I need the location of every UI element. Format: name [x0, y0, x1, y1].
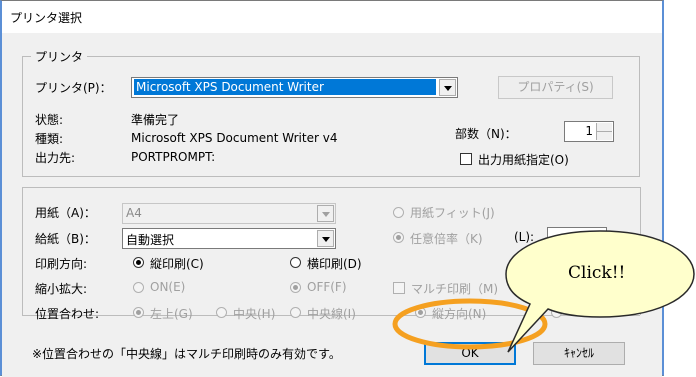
- chevron-down-icon[interactable]: [317, 205, 334, 222]
- align-center-line-radio[interactable]: [290, 307, 301, 318]
- properties-button[interactable]: プロパティ(S): [498, 76, 613, 99]
- horizontal-radio[interactable]: [551, 307, 562, 318]
- align-top-left-radio[interactable]: [133, 307, 144, 318]
- multi-print-checkbox[interactable]: [393, 282, 405, 294]
- output-paper-label: 出力用紙指定(O): [478, 153, 569, 167]
- paper-group-right-border: [640, 187, 641, 315]
- paper-group-left-border: [22, 187, 23, 315]
- fit-paper-label: 用紙フィット(J): [410, 206, 495, 220]
- portrait-label: 縦印刷(C): [150, 257, 204, 271]
- callout-text: Click!!: [568, 263, 626, 283]
- align-label: 位置合わせ:: [35, 307, 100, 321]
- any-ratio-radio[interactable]: [393, 232, 404, 243]
- copies-spinner[interactable]: 1: [564, 121, 614, 142]
- align-center-line-label: 中央線(I): [307, 307, 356, 321]
- ok-button[interactable]: OK: [424, 342, 516, 365]
- scale-off-radio[interactable]: [290, 282, 301, 293]
- copies-label: 部数（N)：: [455, 127, 517, 141]
- copies-value: 1: [585, 124, 593, 138]
- orientation-label: 印刷方向:: [35, 257, 88, 271]
- chevron-down-icon[interactable]: [439, 79, 456, 96]
- align-center-label: 中央(H): [233, 307, 276, 321]
- vertical-radio[interactable]: [415, 307, 426, 318]
- vertical-label: 縦方向(N): [432, 307, 487, 321]
- type-value: Microsoft XPS Document Writer v4: [131, 131, 338, 145]
- printer-group-legend: プリンタ: [31, 48, 88, 65]
- cancel-button[interactable]: ｷｬﾝｾﾙ: [533, 342, 625, 365]
- type-label: 種類:: [35, 132, 64, 146]
- paper-label: 用紙（A)：: [35, 206, 96, 220]
- paper-select-value: A4: [126, 206, 142, 220]
- spin-updown-icon[interactable]: [596, 123, 612, 140]
- feed-label: 給紙（B)：: [35, 232, 96, 246]
- printer-select-dialog: プリンタ選択 プリンタ プリンタ(P)： Microsoft XPS Docum…: [0, 0, 664, 377]
- feed-select-value: 自動選択: [126, 233, 175, 247]
- align-center-radio[interactable]: [216, 307, 227, 318]
- status-value: 準備完了: [131, 113, 180, 127]
- output-label: 出力先:: [35, 151, 76, 165]
- paper-select[interactable]: A4: [122, 203, 336, 224]
- scale-on-radio[interactable]: [133, 282, 144, 293]
- align-top-left-label: 左上(G): [150, 307, 193, 321]
- any-ratio-label: 任意倍率（K): [410, 232, 483, 246]
- ratio-spinner[interactable]: [547, 227, 607, 248]
- feed-select[interactable]: 自動選択: [122, 228, 336, 249]
- output-paper-checkbox[interactable]: [460, 153, 472, 165]
- scale-off-label: OFF(F): [307, 280, 347, 294]
- dialog-client-area: プリンタ プリンタ(P)： Microsoft XPS Document Wri…: [2, 33, 662, 377]
- chevron-down-icon[interactable]: [317, 230, 334, 247]
- scale-on-label: ON(E): [150, 280, 186, 294]
- scale-label: 縮小拡大:: [35, 282, 88, 296]
- portrait-radio[interactable]: [133, 257, 144, 268]
- printer-label: プリンタ(P)：: [35, 81, 112, 95]
- landscape-label: 横印刷(D): [307, 257, 362, 271]
- title-bar: プリンタ選択: [2, 1, 662, 33]
- status-label: 状態:: [35, 113, 64, 127]
- ratio-label: (L):: [514, 230, 535, 244]
- printer-select[interactable]: Microsoft XPS Document Writer: [131, 77, 458, 98]
- output-value: PORTPROMPT:: [131, 150, 216, 164]
- note-text: ※位置合わせの「中央線」はマルチ印刷時のみ有効です。: [32, 347, 341, 361]
- multi-print-label: マルチ印刷（M): [411, 282, 499, 296]
- printer-select-value: Microsoft XPS Document Writer: [134, 79, 436, 95]
- paper-group-divider: [22, 187, 640, 188]
- fit-paper-radio[interactable]: [393, 207, 404, 218]
- window-title: プリンタ選択: [10, 11, 83, 25]
- landscape-radio[interactable]: [290, 257, 301, 268]
